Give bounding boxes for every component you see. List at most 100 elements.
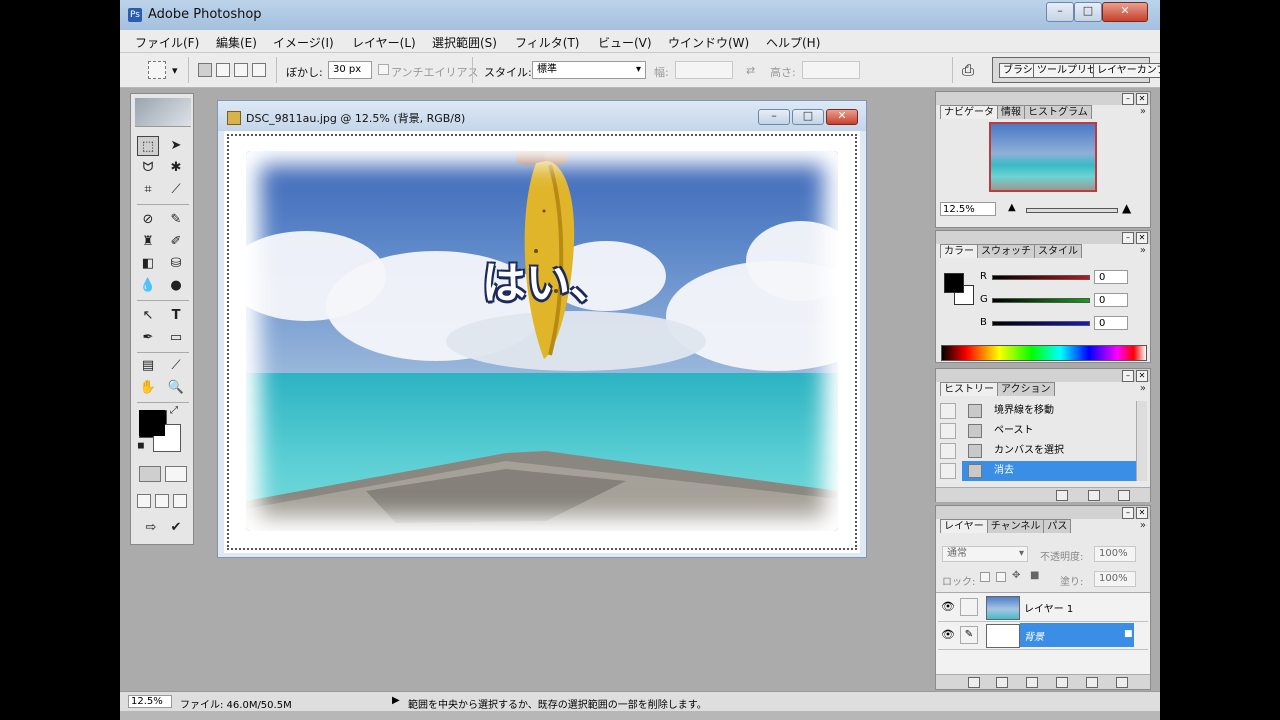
tab-paths[interactable]: パス xyxy=(1043,519,1072,533)
tab-channels[interactable]: チャンネル xyxy=(986,519,1045,533)
tab-history[interactable]: ヒストリー xyxy=(940,382,998,396)
layer-mask-icon[interactable] xyxy=(1026,677,1038,688)
tab-histogram[interactable]: ヒストグラム xyxy=(1024,105,1092,119)
slice-tool-icon[interactable]: ⟋ xyxy=(165,180,187,200)
history-item[interactable]: カンバスを選択 xyxy=(940,441,1146,461)
screen-mode-standard-icon[interactable] xyxy=(137,494,151,508)
healing-brush-tool-icon[interactable]: ⊘ xyxy=(137,210,159,230)
swap-colors-icon[interactable]: ⤢ xyxy=(167,404,181,418)
fill-input[interactable]: 100% xyxy=(1094,571,1136,587)
panel-close-icon[interactable]: ✕ xyxy=(1136,93,1148,105)
panel-menu-icon[interactable]: » xyxy=(1140,520,1146,531)
channel-r-value[interactable]: 0 xyxy=(1094,270,1128,284)
history-item-selected[interactable]: 消去 xyxy=(940,461,1146,481)
tab-styles[interactable]: スタイル xyxy=(1034,244,1082,258)
panel-minimize-icon[interactable]: – xyxy=(1122,232,1134,244)
panel-header[interactable] xyxy=(936,369,1150,382)
panel-menu-icon[interactable]: » xyxy=(1140,383,1146,394)
screen-mode-full-icon[interactable] xyxy=(173,494,187,508)
palette-well-layer-comps[interactable]: レイヤーカンプ xyxy=(1093,63,1160,78)
new-snapshot-icon[interactable] xyxy=(1088,490,1100,501)
status-zoom-field[interactable]: 12.5% xyxy=(128,695,172,708)
stamp-tool-icon[interactable]: ♜ xyxy=(137,232,159,252)
width-input[interactable] xyxy=(675,61,733,79)
doc-close-button[interactable]: ✕ xyxy=(826,109,858,125)
menu-image[interactable]: イメージ(I) xyxy=(273,34,334,51)
hand-tool-icon[interactable]: ✋ xyxy=(137,378,159,398)
channel-g-slider[interactable] xyxy=(992,298,1090,303)
trash-icon[interactable] xyxy=(1116,677,1128,688)
panel-header[interactable] xyxy=(936,506,1150,519)
panel-close-icon[interactable]: ✕ xyxy=(1136,232,1148,244)
layer-link-box[interactable] xyxy=(960,598,978,616)
menu-view[interactable]: ビュー(V) xyxy=(598,34,652,51)
panel-minimize-icon[interactable]: – xyxy=(1122,370,1134,382)
menu-help[interactable]: ヘルプ(H) xyxy=(766,34,820,51)
channel-r-slider[interactable] xyxy=(992,275,1090,280)
swap-icon[interactable]: ⇄ xyxy=(746,64,755,77)
visibility-eye-icon[interactable]: 👁 xyxy=(941,600,955,613)
link-layers-icon[interactable] xyxy=(968,677,980,688)
dodge-tool-icon[interactable]: ● xyxy=(165,276,187,296)
maximize-button[interactable]: □ xyxy=(1074,2,1102,22)
doc-maximize-button[interactable]: □ xyxy=(792,109,824,125)
notes-tool-icon[interactable]: ▤ xyxy=(137,356,159,376)
channel-b-slider[interactable] xyxy=(992,321,1090,326)
history-brush-tool-icon[interactable]: ✐ xyxy=(165,232,187,252)
style-select[interactable]: 標準 ▾ xyxy=(532,61,646,79)
default-colors-icon[interactable]: ◼ xyxy=(135,440,147,452)
tab-swatches[interactable]: スウォッチ xyxy=(977,244,1035,258)
standard-mode-icon[interactable] xyxy=(139,466,161,482)
panel-minimize-icon[interactable]: – xyxy=(1122,507,1134,519)
path-select-tool-icon[interactable]: ↖ xyxy=(137,306,159,326)
history-item[interactable]: ペースト xyxy=(940,421,1146,441)
play-arrow-icon[interactable]: ▶ xyxy=(392,695,400,706)
screen-mode-full-menu-icon[interactable] xyxy=(155,494,169,508)
history-snapshot-checkbox[interactable] xyxy=(940,443,956,459)
panel-close-icon[interactable]: ✕ xyxy=(1136,507,1148,519)
crop-tool-icon[interactable]: ⌗ xyxy=(137,180,159,200)
color-spectrum-bar[interactable] xyxy=(941,345,1147,361)
lock-pixels-icon[interactable] xyxy=(996,572,1006,582)
height-input[interactable] xyxy=(802,61,860,79)
fg-color-swatch[interactable] xyxy=(944,273,964,293)
doc-minimize-button[interactable]: – xyxy=(758,109,790,125)
adjustment-layer-icon[interactable] xyxy=(1056,677,1068,688)
document-title-bar[interactable]: DSC_9811au.jpg @ 12.5% (背景, RGB/8) – □ ✕ xyxy=(218,101,866,131)
rect-marquee-tool-icon[interactable]: ⬚ xyxy=(137,136,159,156)
layer-style-icon[interactable] xyxy=(996,677,1008,688)
blend-mode-select[interactable]: 通常 ▾ xyxy=(942,546,1028,562)
history-snapshot-checkbox[interactable] xyxy=(940,423,956,439)
menu-layer[interactable]: レイヤー(L) xyxy=(352,34,416,51)
visibility-eye-icon[interactable]: 👁 xyxy=(941,628,955,641)
channel-b-value[interactable]: 0 xyxy=(1094,316,1128,330)
minimize-button[interactable]: – xyxy=(1046,2,1074,22)
antialias-checkbox[interactable] xyxy=(378,64,389,75)
quick-mask-icon[interactable] xyxy=(165,466,187,482)
canvas[interactable]: はい、 xyxy=(224,131,860,553)
layer-row[interactable]: 👁 レイヤー 1 xyxy=(938,593,1148,622)
zoom-tool-icon[interactable]: 🔍 xyxy=(165,378,187,398)
zoom-in-icon[interactable]: ▲ xyxy=(1122,201,1131,215)
status-file-size[interactable]: ファイル: 46.0M/50.5M xyxy=(180,696,292,711)
panel-minimize-icon[interactable]: – xyxy=(1122,93,1134,105)
history-snapshot-checkbox[interactable] xyxy=(940,403,956,419)
navigator-zoom-slider[interactable] xyxy=(1026,208,1118,213)
new-layer-icon[interactable] xyxy=(1086,677,1098,688)
history-scrollbar[interactable] xyxy=(1136,401,1147,481)
palette-well-brush[interactable]: ブラシ xyxy=(999,63,1037,78)
panel-menu-icon[interactable]: » xyxy=(1140,245,1146,256)
close-button[interactable]: ✕ xyxy=(1102,2,1148,22)
tab-color[interactable]: カラー xyxy=(940,244,978,258)
shape-tool-icon[interactable]: ▭ xyxy=(165,328,187,348)
magic-wand-tool-icon[interactable]: ✱ xyxy=(165,158,187,178)
preset-arrow-icon[interactable]: ▾ xyxy=(172,64,178,77)
add-selection-icon[interactable] xyxy=(216,63,230,77)
intersect-selection-icon[interactable] xyxy=(252,63,266,77)
marquee-preset-icon[interactable] xyxy=(148,61,166,79)
imageready-jump-icon[interactable]: ⇨ xyxy=(137,518,165,538)
paint-bucket-tool-icon[interactable]: ⛁ xyxy=(165,254,187,274)
eraser-tool-icon[interactable]: ◧ xyxy=(137,254,159,274)
subtract-selection-icon[interactable] xyxy=(234,63,248,77)
tab-actions[interactable]: アクション xyxy=(997,382,1055,396)
